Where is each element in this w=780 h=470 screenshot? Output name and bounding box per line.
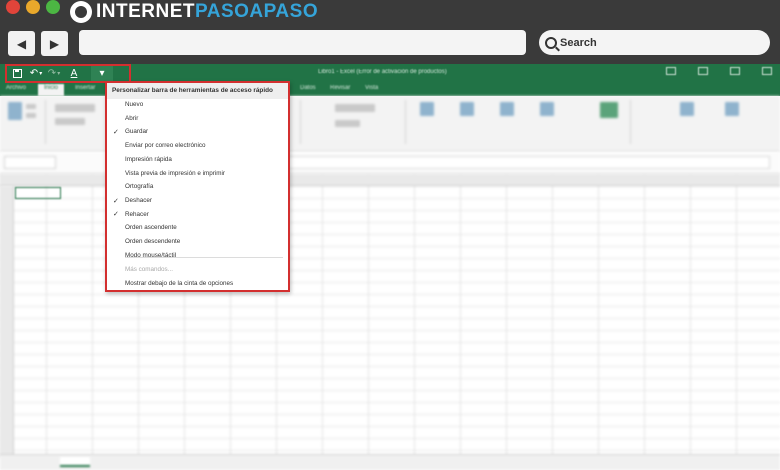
checkmark-icon: ✓: [113, 211, 119, 219]
tab-insertar[interactable]: Insertar: [75, 85, 95, 96]
undo-caret-icon: ▾: [39, 71, 43, 77]
checkmark-icon: ✓: [113, 129, 119, 137]
menu-item[interactable]: Orden descendente: [107, 235, 288, 249]
menu-item[interactable]: Vista previa de impresión e imprimir: [107, 166, 288, 180]
menu-item-label: Vista previa de impresión e imprimir: [125, 169, 225, 177]
menu-item[interactable]: Ortografía: [107, 180, 288, 194]
menu-item-label: Más comandos...: [125, 266, 173, 274]
site-logo: INTERNETPASOAPASO: [70, 1, 318, 23]
save-button[interactable]: [7, 66, 27, 81]
logo-text-prefix: INTERNET: [96, 1, 195, 22]
ribbon-display-icon[interactable]: [666, 67, 676, 75]
tab-datos[interactable]: Datos: [300, 85, 316, 96]
restore-icon[interactable]: [730, 67, 740, 75]
forward-button[interactable]: ▶: [41, 31, 68, 56]
excel-window-controls: [666, 67, 772, 75]
logo-mark-icon: [70, 1, 92, 23]
menu-item[interactable]: ✓ Guardar: [107, 125, 288, 139]
search-label: Search: [560, 36, 597, 49]
menu-item[interactable]: ✓ Deshacer: [107, 194, 288, 208]
address-bar[interactable]: [79, 30, 526, 55]
tab-archivo[interactable]: Archivo: [6, 85, 26, 96]
chevron-down-icon: ▾: [99, 68, 105, 79]
menu-item[interactable]: Modo mouse/táctil: [107, 248, 288, 262]
font-color-icon: A: [70, 68, 78, 79]
minimize-icon[interactable]: [698, 67, 708, 75]
checkmark-icon: ✓: [113, 197, 119, 205]
menu-item[interactable]: Mostrar debajo de la cinta de opciones: [107, 277, 288, 291]
menu-item[interactable]: Abrir: [107, 111, 288, 125]
logo-text-highlight: PASOAPASO: [195, 1, 319, 22]
close-icon[interactable]: [762, 67, 772, 75]
font-color-button[interactable]: A: [63, 66, 85, 81]
menu-item-label: Impresión rápida: [125, 155, 172, 163]
sheet-tab[interactable]: [60, 457, 90, 467]
menu-item-label: Enviar por correo electrónico: [125, 142, 206, 150]
menu-item-label: Abrir: [125, 114, 139, 122]
menu-item-label: Guardar: [125, 128, 149, 136]
menu-item-label: Orden descendente: [125, 238, 181, 246]
tab-inicio[interactable]: Inicio: [38, 84, 65, 96]
menu-item-label: Rehacer: [125, 210, 149, 218]
window-title: Libro1 - Excel (Error de activación de p…: [318, 69, 447, 75]
menu-item-label: Mostrar debajo de la cinta de opciones: [125, 279, 234, 287]
customize-qat-menu: Personalizar barra de herramientas de ac…: [105, 81, 290, 292]
tab-vista[interactable]: Vista: [365, 85, 378, 96]
menu-separator: [125, 257, 283, 258]
menu-item-label: Ortografía: [125, 183, 154, 191]
redo-button[interactable]: ↷ ▾: [45, 66, 63, 81]
redo-icon: ↷: [47, 68, 57, 79]
status-bar: [0, 454, 780, 470]
menu-item-label: Nuevo: [125, 101, 144, 109]
forward-arrow-icon: ▶: [49, 36, 60, 51]
maximize-window-icon[interactable]: [46, 0, 60, 14]
menu-item[interactable]: Orden ascendente: [107, 221, 288, 235]
browser-chrome: INTERNETPASOAPASO ◀ ▶ Search: [0, 0, 780, 64]
menu-item[interactable]: Impresión rápida: [107, 153, 288, 167]
menu-item-label: Deshacer: [125, 196, 152, 204]
customize-qat-button[interactable]: ▾: [91, 66, 113, 81]
save-icon: [12, 69, 22, 78]
undo-icon: ↶: [29, 68, 39, 79]
menu-item[interactable]: Nuevo: [107, 98, 288, 112]
menu-item: Más comandos...: [107, 263, 288, 277]
back-arrow-icon: ◀: [16, 36, 27, 51]
search-bar[interactable]: Search: [539, 30, 770, 55]
selected-cell[interactable]: [15, 187, 61, 199]
redo-caret-icon: ▾: [57, 71, 61, 77]
back-button[interactable]: ◀: [8, 31, 35, 56]
menu-item[interactable]: ✓ Rehacer: [107, 207, 288, 221]
menu-item-label: Orden ascendente: [125, 224, 177, 232]
search-icon: [545, 36, 557, 49]
tab-revisar[interactable]: Revisar: [330, 85, 350, 96]
close-window-icon[interactable]: [6, 0, 20, 14]
name-box[interactable]: [4, 156, 56, 169]
row-headers: [0, 186, 14, 458]
menu-header: Personalizar barra de herramientas de ac…: [107, 83, 288, 99]
menu-item[interactable]: Enviar por correo electrónico: [107, 139, 288, 153]
undo-button[interactable]: ↶ ▾: [27, 66, 45, 81]
minimize-window-icon[interactable]: [26, 0, 40, 14]
